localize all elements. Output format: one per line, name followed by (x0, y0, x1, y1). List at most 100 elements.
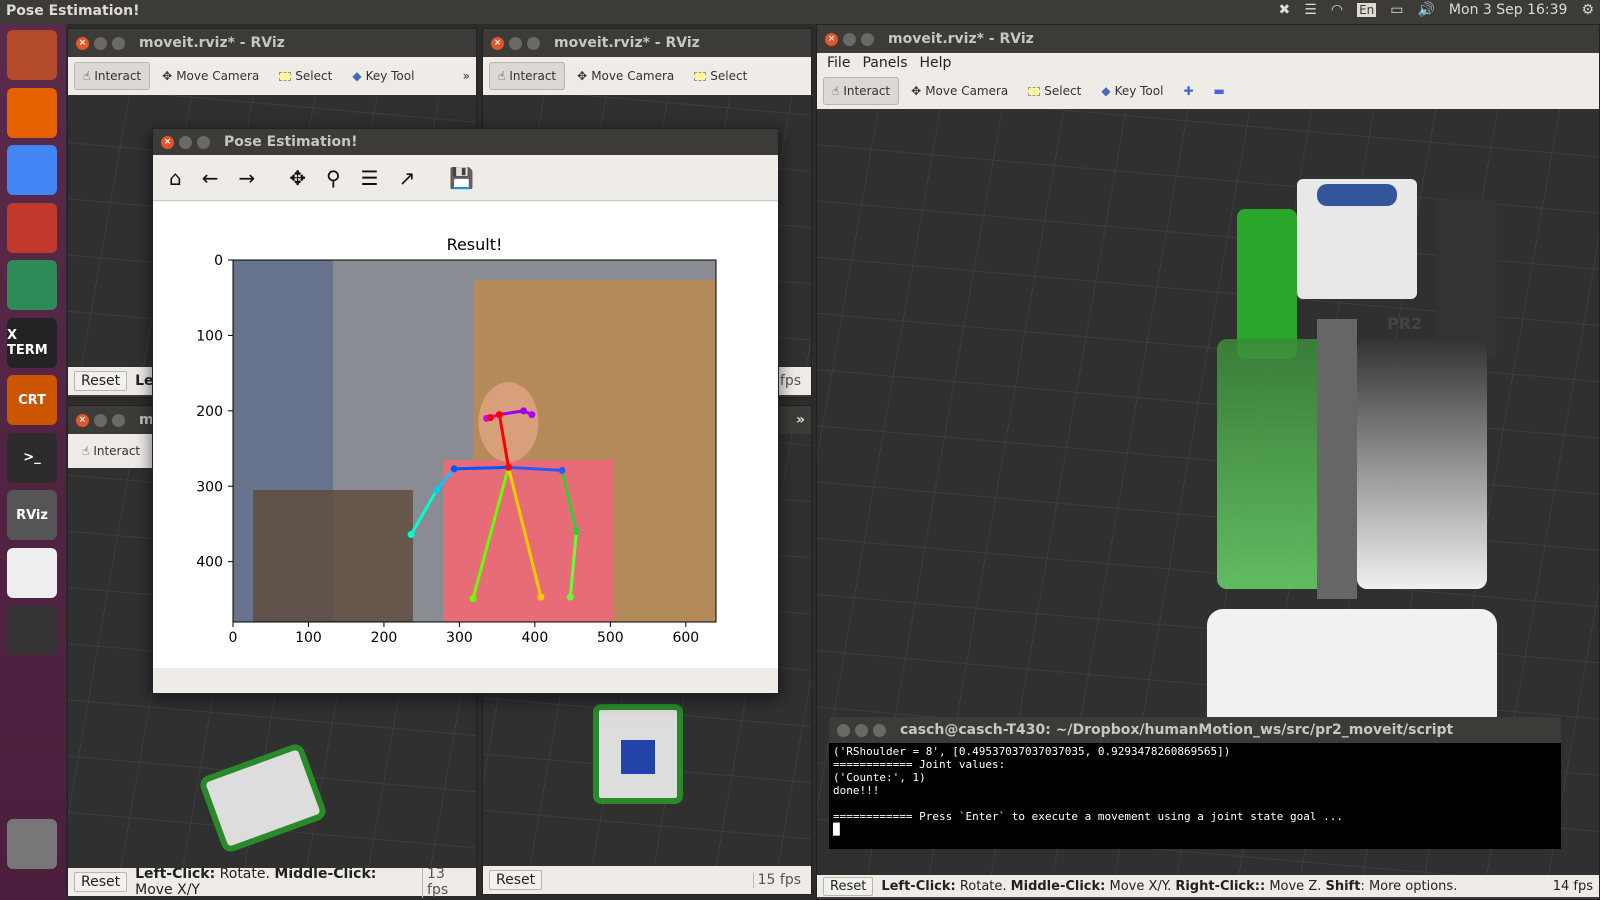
hint-move: Move X/Y. (1105, 878, 1176, 894)
maximize-icon[interactable] (873, 723, 886, 737)
reset-button[interactable]: Reset (489, 870, 543, 890)
launcher-ubuntu-icon[interactable] (7, 30, 57, 80)
window-titlebar[interactable]: × Pose Estimation! (153, 129, 778, 155)
battery-icon[interactable]: ▭ (1390, 2, 1403, 18)
move-camera-label: Move Camera (176, 69, 260, 83)
menu-icon[interactable]: ☰ (1304, 2, 1317, 18)
launcher-phone-icon[interactable] (7, 605, 57, 655)
dropbox-icon[interactable]: ✖ (1279, 2, 1291, 18)
launcher-atom-icon[interactable] (7, 260, 57, 310)
window-titlebar[interactable]: × moveit.rviz* - RViz (817, 25, 1599, 53)
move-icon: ✥ (162, 69, 173, 83)
keypoint (504, 463, 512, 471)
launcher-chrome-icon[interactable] (7, 145, 57, 195)
minus-icon: ▬ (1213, 84, 1225, 98)
close-icon[interactable]: × (825, 32, 838, 46)
terminal-output[interactable]: ('RShoulder = 8', [0.49537037037037035, … (829, 743, 1561, 849)
interact-tool[interactable]: ☝ Interact (74, 438, 148, 464)
select-tool[interactable]: Select (1020, 78, 1089, 104)
launcher-firefox-icon[interactable] (7, 87, 57, 138)
hint-middle-click: Middle-Click: (274, 866, 377, 882)
desk-region (253, 490, 413, 622)
menu-panels[interactable]: Panels (862, 55, 907, 71)
maximize-icon[interactable] (197, 135, 210, 149)
terminal-line: ('Counte:', 1) (833, 771, 926, 784)
keypoint (486, 414, 494, 422)
menu-help[interactable]: Help (920, 55, 952, 71)
home-icon[interactable]: ⌂ (169, 166, 182, 190)
figure-canvas: Result! 0 100 200 300 400 500 600 0 100 200 300 400 (153, 202, 778, 668)
chart-title: Result! (447, 235, 503, 254)
minimize-icon[interactable] (94, 413, 107, 427)
gear-icon[interactable]: ⚙ (1581, 2, 1594, 18)
hand-icon: ☝ (498, 69, 506, 83)
volume-icon[interactable]: 🔊 (1417, 2, 1434, 18)
key-tool-label: Key Tool (1114, 84, 1164, 98)
interact-label: Interact (509, 69, 557, 83)
overflow-icon[interactable]: » (796, 412, 805, 428)
select-label: Select (1044, 84, 1082, 98)
y-tick-label: 0 (214, 253, 223, 269)
window-title: Pose Estimation! (224, 134, 358, 150)
launcher-terminal-icon[interactable]: >_ (7, 432, 57, 483)
interact-tool[interactable]: ☝ Interact (489, 62, 566, 90)
close-icon[interactable]: × (491, 36, 504, 50)
select-tool[interactable]: Select (271, 63, 340, 89)
close-icon[interactable]: × (76, 36, 89, 50)
key-tool[interactable]: ◆ Key Tool (1093, 78, 1171, 104)
configure-icon[interactable]: ☰ (361, 166, 379, 190)
zoom-icon[interactable]: ⚲ (326, 166, 341, 190)
launcher-crt-icon[interactable]: CRT (7, 375, 57, 425)
x-tick-label: 600 (672, 630, 699, 646)
back-arrow-icon[interactable]: ← (202, 166, 219, 190)
terminal-line: ============ Press `Enter` to execute a … (833, 810, 1343, 823)
3d-viewport[interactable]: PR2 casch@casch-T430: ~/Dropbox/humanMot… (817, 109, 1599, 875)
maximize-icon[interactable] (112, 36, 125, 50)
close-icon[interactable] (837, 723, 850, 737)
reset-button[interactable]: Reset (823, 876, 874, 896)
overflow-icon[interactable]: » (463, 69, 470, 83)
top-panel: Pose Estimation! ✖ ☰ ◠ En ▭ 🔊 Mon 3 Sep … (0, 0, 1600, 24)
minimize-icon[interactable] (855, 723, 868, 737)
x-tick-label: 300 (446, 630, 473, 646)
window-title: moveit.rviz* - RViz (554, 35, 700, 51)
window-titlebar[interactable]: × moveit.rviz* - RViz (483, 29, 811, 57)
interact-tool[interactable]: ☝ Interact (74, 62, 151, 90)
window-titlebar[interactable]: × moveit.rviz* - RViz (68, 29, 476, 57)
edit-curve-icon[interactable]: ↗ (399, 166, 416, 190)
key-tool[interactable]: ◆ Key Tool (344, 63, 422, 89)
launcher-red-app-icon[interactable] (7, 202, 57, 253)
maximize-icon[interactable] (861, 32, 874, 46)
move-camera-tool[interactable]: ✥ Move Camera (154, 63, 267, 89)
forward-arrow-icon[interactable]: → (238, 166, 255, 190)
window-title: moveit.rviz* - RViz (139, 35, 285, 51)
launcher-rviz-icon[interactable]: RViz (7, 490, 57, 540)
close-icon[interactable]: × (161, 135, 174, 149)
reset-button[interactable]: Reset (74, 371, 128, 391)
move-camera-tool[interactable]: ✥ Move Camera (569, 63, 682, 89)
minimize-icon[interactable] (509, 36, 522, 50)
minimize-icon[interactable] (179, 135, 192, 149)
save-icon[interactable]: 💾 (449, 166, 474, 190)
keyboard-layout[interactable]: En (1357, 3, 1377, 17)
close-icon[interactable]: × (76, 413, 89, 427)
pan-icon[interactable]: ✥ (289, 166, 306, 190)
add-tool-button[interactable]: ✚ (1175, 78, 1201, 104)
reset-button[interactable]: Reset (74, 872, 128, 892)
move-camera-tool[interactable]: ✥ Move Camera (903, 78, 1016, 104)
remove-tool-button[interactable]: ▬ (1206, 78, 1233, 104)
minimize-icon[interactable] (843, 32, 856, 46)
terminal-titlebar[interactable]: casch@casch-T430: ~/Dropbox/humanMotion_… (829, 717, 1561, 743)
maximize-icon[interactable] (112, 413, 125, 427)
clock[interactable]: Mon 3 Sep 16:39 (1449, 2, 1568, 18)
select-tool[interactable]: Select (686, 63, 755, 89)
minimize-icon[interactable] (94, 36, 107, 50)
launcher-trash-icon[interactable] (7, 819, 57, 869)
menu-file[interactable]: File (827, 55, 850, 71)
y-tick-label: 300 (196, 479, 223, 495)
interact-tool[interactable]: ☝ Interact (823, 77, 900, 105)
launcher-pinwheel-icon[interactable] (7, 547, 57, 598)
launcher-xterm-icon[interactable]: X TERM (7, 317, 57, 368)
wifi-icon[interactable]: ◠ (1331, 2, 1343, 18)
maximize-icon[interactable] (527, 36, 540, 50)
